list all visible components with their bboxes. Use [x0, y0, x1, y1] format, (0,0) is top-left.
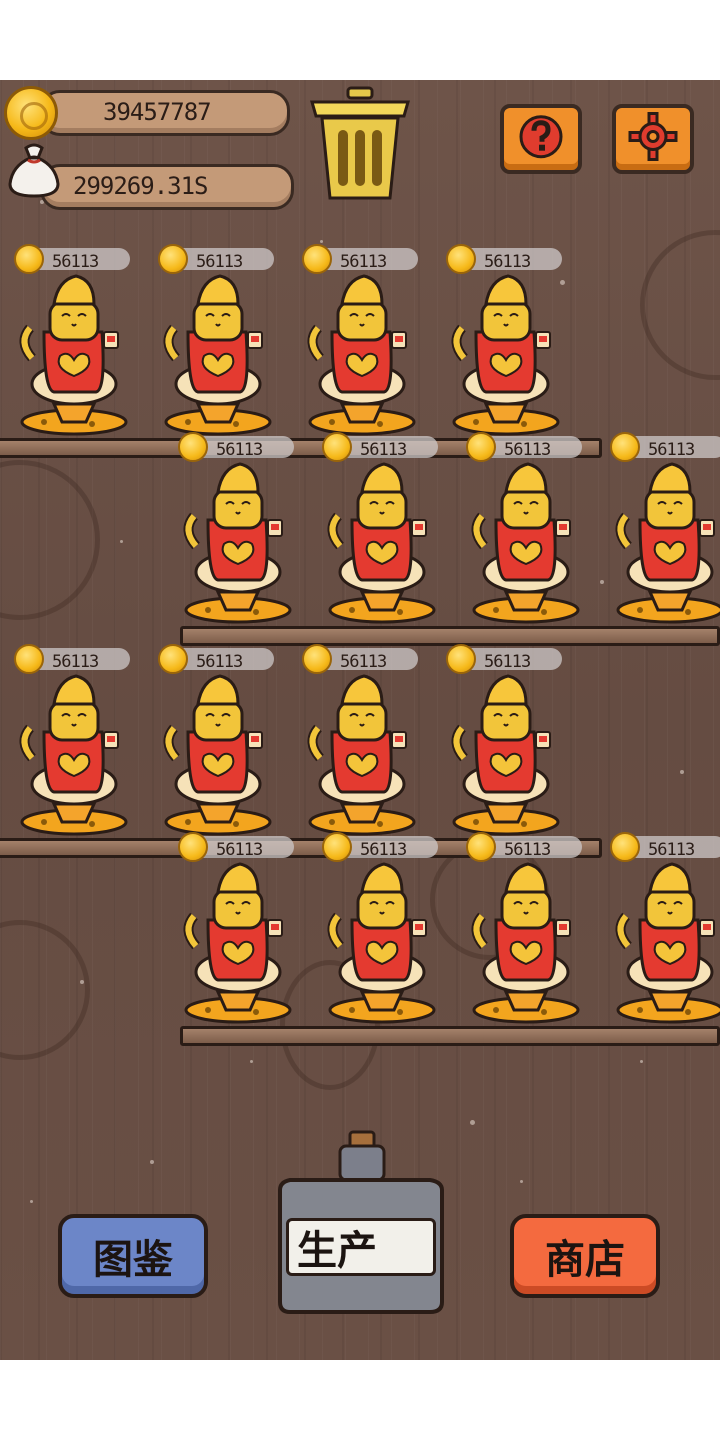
price-pill: 56113: [466, 432, 582, 462]
coin-count: 39457787: [103, 98, 212, 126]
price-pill: 56113: [610, 832, 720, 862]
coin-icon: [4, 86, 58, 140]
price-pill: 56113: [14, 244, 130, 274]
golden-cat-figure[interactable]: [178, 460, 298, 630]
price-pill: 56113: [322, 832, 438, 862]
price-pill: 56113: [158, 644, 274, 674]
cat-slot[interactable]: 56113: [436, 244, 576, 444]
produce-label: 生产: [286, 1218, 436, 1276]
cat-price: 56113: [484, 652, 531, 672]
coin-icon: [302, 644, 332, 674]
bag-amount: 299269.31S: [73, 172, 208, 200]
cat-slot[interactable]: 56113: [600, 832, 720, 1032]
price-pill: 56113: [178, 832, 294, 862]
golden-cat-figure[interactable]: [178, 860, 298, 1030]
cat-slot[interactable]: 56113: [168, 432, 308, 632]
cat-slot[interactable]: 56113: [312, 432, 452, 632]
golden-cat-figure[interactable]: [14, 272, 134, 442]
price-pill: 56113: [178, 432, 294, 462]
coin-icon: [610, 432, 640, 462]
cat-price: 56113: [340, 252, 387, 272]
cat-slot[interactable]: 56113: [168, 832, 308, 1032]
golden-cat-figure[interactable]: [610, 460, 720, 630]
cat-price: 56113: [360, 840, 407, 860]
coin-icon: [14, 244, 44, 274]
cat-price: 56113: [52, 652, 99, 672]
wood-swirl: [640, 230, 720, 380]
price-pill: 56113: [158, 244, 274, 274]
produce-button[interactable]: 生产: [276, 1218, 444, 1276]
question-icon: [519, 115, 563, 159]
cat-price: 56113: [216, 440, 263, 460]
cat-price: 56113: [52, 252, 99, 272]
golden-cat-figure[interactable]: [466, 460, 586, 630]
cat-slot[interactable]: 56113: [456, 832, 596, 1032]
price-pill: 56113: [302, 244, 418, 274]
coin-icon: [322, 832, 352, 862]
coin-icon: [14, 644, 44, 674]
price-pill: 56113: [610, 432, 720, 462]
cat-slot[interactable]: 56113: [4, 244, 144, 444]
cat-price: 56113: [504, 440, 551, 460]
coin-icon: [322, 432, 352, 462]
cat-slot[interactable]: 56113: [312, 832, 452, 1032]
golden-cat-figure[interactable]: [446, 272, 566, 442]
golden-cat-figure[interactable]: [322, 860, 442, 1030]
golden-cat-figure[interactable]: [466, 860, 586, 1030]
cat-price: 56113: [484, 252, 531, 272]
coin-icon: [178, 832, 208, 862]
coin-icon: [446, 644, 476, 674]
settings-button[interactable]: [612, 104, 694, 174]
cat-price: 56113: [648, 840, 695, 860]
coin-icon: [158, 644, 188, 674]
golden-cat-figure[interactable]: [14, 672, 134, 842]
cat-slot[interactable]: 56113: [4, 644, 144, 844]
golden-cat-figure[interactable]: [158, 272, 278, 442]
golden-cat-figure[interactable]: [446, 672, 566, 842]
price-pill: 56113: [302, 644, 418, 674]
help-button[interactable]: [500, 104, 582, 174]
cat-slot[interactable]: 56113: [436, 644, 576, 844]
coin-icon: [178, 432, 208, 462]
cat-price: 56113: [504, 840, 551, 860]
coin-icon: [610, 832, 640, 862]
wood-swirl: [0, 460, 100, 620]
coin-icon: [302, 244, 332, 274]
cat-price: 56113: [340, 652, 387, 672]
cat-slot[interactable]: 56113: [148, 244, 288, 444]
coin-counter-bar: 39457787: [40, 90, 290, 136]
golden-cat-figure[interactable]: [610, 860, 720, 1030]
price-pill: 56113: [322, 432, 438, 462]
coin-icon: [466, 432, 496, 462]
cat-slot[interactable]: 56113: [292, 244, 432, 444]
price-pill: 56113: [14, 644, 130, 674]
cat-price: 56113: [196, 652, 243, 672]
golden-cat-figure[interactable]: [322, 460, 442, 630]
golden-cat-figure[interactable]: [302, 272, 422, 442]
price-pill: 56113: [466, 832, 582, 862]
golden-cat-figure[interactable]: [302, 672, 422, 842]
bag-counter-bar: 299269.31S: [40, 164, 294, 210]
money-bag-icon: [8, 143, 60, 198]
cat-price: 56113: [648, 440, 695, 460]
wood-swirl: [0, 920, 90, 1060]
coin-icon: [158, 244, 188, 274]
trash-can-icon[interactable]: [308, 84, 412, 204]
cat-price: 56113: [216, 840, 263, 860]
golden-cat-figure[interactable]: [158, 672, 278, 842]
cat-price: 56113: [196, 252, 243, 272]
price-pill: 56113: [446, 244, 562, 274]
coin-icon: [446, 244, 476, 274]
coin-icon: [466, 832, 496, 862]
collection-button[interactable]: 图鉴: [58, 1214, 208, 1298]
cat-price: 56113: [360, 440, 407, 460]
cat-slot[interactable]: 56113: [600, 432, 720, 632]
shop-button[interactable]: 商店: [510, 1214, 660, 1298]
cat-slot[interactable]: 56113: [148, 644, 288, 844]
cat-slot[interactable]: 56113: [292, 644, 432, 844]
gear-icon: [628, 112, 678, 161]
price-pill: 56113: [446, 644, 562, 674]
cat-slot[interactable]: 56113: [456, 432, 596, 632]
